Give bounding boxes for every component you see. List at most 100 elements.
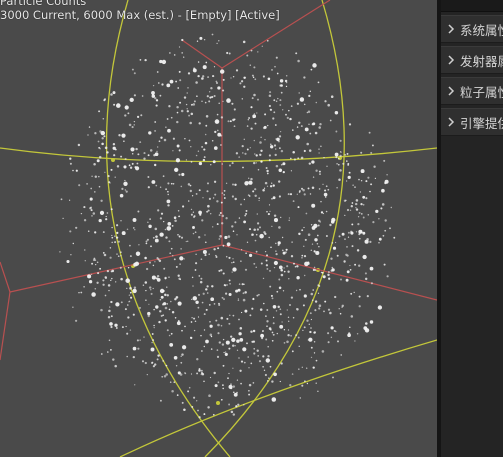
category-system-properties[interactable]: 系统属性 — [441, 15, 503, 43]
particle — [140, 114, 143, 117]
particle — [84, 249, 86, 251]
particle — [80, 212, 83, 215]
particle — [228, 322, 231, 325]
particle — [153, 326, 155, 329]
viewport-canvas[interactable] — [0, 0, 437, 457]
particle — [290, 334, 292, 337]
particle — [107, 316, 111, 319]
particle — [106, 212, 109, 214]
particle — [271, 225, 273, 228]
particle — [62, 217, 64, 220]
particle — [278, 135, 282, 138]
particle — [322, 183, 324, 185]
particle — [323, 156, 325, 159]
particle — [240, 311, 243, 314]
particle — [60, 198, 63, 201]
particle — [135, 147, 138, 151]
particle — [191, 316, 193, 319]
particle — [168, 308, 171, 311]
particle — [291, 350, 294, 353]
particle — [200, 334, 202, 337]
particle — [282, 162, 286, 166]
particle — [272, 184, 275, 187]
particle — [177, 274, 180, 277]
particle — [369, 190, 371, 193]
particle — [313, 352, 316, 354]
wireframe-line — [0, 261, 11, 293]
particle — [235, 405, 238, 408]
particle — [158, 259, 162, 263]
particle — [174, 317, 177, 319]
particle — [289, 304, 291, 306]
particle — [201, 146, 203, 148]
category-emitter-properties[interactable]: 发射器属性 — [441, 46, 503, 74]
particle — [273, 99, 276, 102]
details-panel: 系统属性 发射器属性 粒子属性 引擎提供 — [441, 0, 503, 457]
category-engine-provided[interactable]: 引擎提供 — [441, 108, 503, 136]
particle — [339, 169, 342, 172]
particle — [327, 188, 330, 191]
particle — [90, 273, 93, 276]
preview-viewport[interactable]: Particle Counts 3000 Current, 6000 Max (… — [0, 0, 437, 457]
particle — [262, 277, 265, 280]
particle — [70, 254, 72, 256]
particle — [163, 302, 167, 306]
wireframe-line — [204, 0, 345, 457]
particle — [309, 193, 312, 195]
particle — [338, 308, 340, 310]
particle — [178, 173, 181, 176]
particle — [206, 210, 209, 213]
particle — [111, 234, 113, 237]
particle — [318, 126, 321, 129]
particle — [113, 103, 116, 106]
particle — [226, 284, 228, 286]
particle — [255, 154, 258, 157]
particle — [233, 108, 236, 111]
particle — [259, 153, 262, 156]
particle — [227, 120, 230, 123]
particle — [181, 52, 184, 54]
particle — [233, 125, 236, 128]
particle — [253, 93, 256, 97]
particle — [271, 197, 273, 200]
particle — [155, 235, 158, 238]
particle — [228, 403, 231, 406]
particle — [267, 213, 270, 216]
particle — [222, 384, 224, 386]
particle — [293, 262, 295, 265]
particle — [155, 305, 159, 309]
particle — [220, 201, 223, 204]
particle — [268, 377, 270, 379]
particle — [191, 405, 194, 408]
category-particle-properties[interactable]: 粒子属性 — [441, 77, 503, 105]
particle — [123, 140, 125, 143]
particle — [96, 261, 99, 264]
particle — [311, 203, 316, 208]
particle — [169, 300, 172, 303]
particle — [96, 159, 100, 163]
particle — [145, 240, 148, 243]
particle — [268, 94, 272, 98]
particle — [374, 177, 377, 180]
particle — [305, 212, 308, 215]
particle — [256, 98, 260, 101]
particle — [289, 117, 292, 121]
particle — [138, 306, 142, 309]
particle — [119, 193, 124, 198]
particle — [269, 185, 273, 188]
particle — [308, 337, 313, 342]
particle — [281, 249, 284, 252]
particle — [243, 361, 246, 364]
particle — [283, 270, 286, 273]
particle — [103, 135, 106, 138]
particle — [151, 94, 156, 98]
particle — [116, 224, 119, 227]
particle — [244, 309, 248, 313]
particle — [90, 187, 93, 190]
particle — [290, 170, 292, 172]
particle — [243, 283, 245, 285]
particle — [311, 225, 316, 230]
particle — [261, 45, 263, 47]
particle — [231, 225, 234, 228]
particle — [242, 166, 244, 169]
